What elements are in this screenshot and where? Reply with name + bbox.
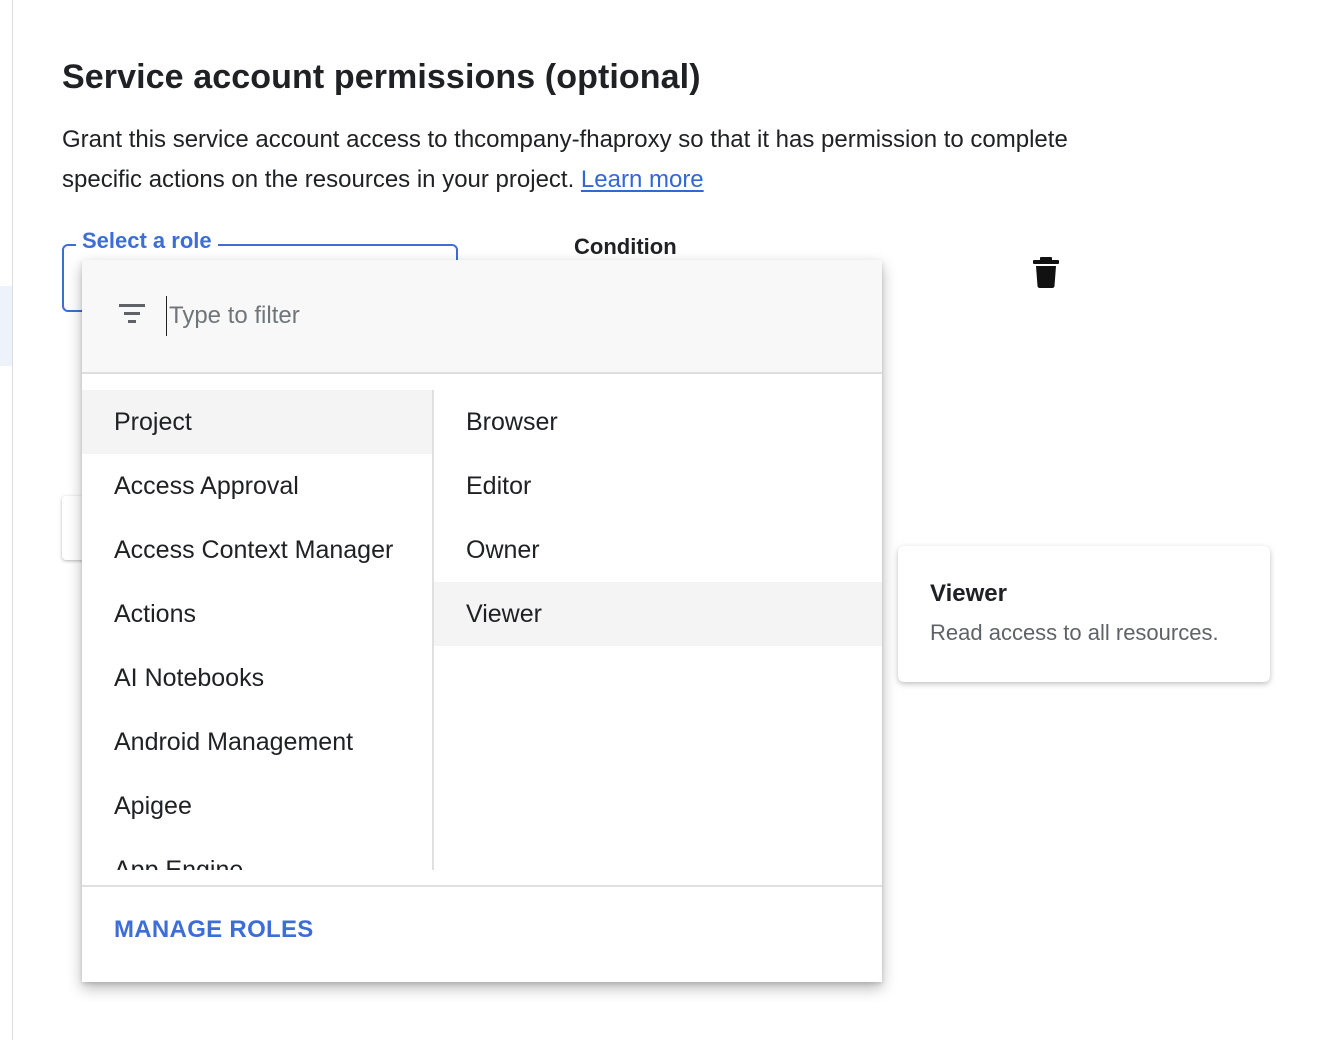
tooltip-title: Viewer bbox=[930, 580, 1007, 607]
category-item-access-approval[interactable]: Access Approval bbox=[82, 454, 432, 518]
role-item-viewer[interactable]: Viewer bbox=[434, 582, 882, 646]
left-rail-divider bbox=[12, 0, 13, 1040]
category-item-access-context-manager[interactable]: Access Context Manager bbox=[82, 518, 432, 582]
section-title: Service account permissions (optional) bbox=[62, 58, 701, 96]
category-item-actions[interactable]: Actions bbox=[82, 582, 432, 646]
filter-bar bbox=[82, 260, 882, 374]
tooltip-body: Read access to all resources. bbox=[930, 620, 1219, 645]
section-description: Grant this service account access to thc… bbox=[62, 120, 1142, 200]
category-list: Project Access Approval Access Context M… bbox=[82, 390, 434, 870]
description-text: Grant this service account access to thc… bbox=[62, 126, 1068, 193]
learn-more-link[interactable]: Learn more bbox=[581, 166, 704, 193]
filter-input[interactable] bbox=[166, 296, 769, 336]
role-field-label: Select a role bbox=[76, 228, 218, 254]
footer-divider bbox=[82, 885, 882, 887]
role-description-tooltip: Viewer Read access to all resources. bbox=[898, 546, 1270, 682]
role-item-owner[interactable]: Owner bbox=[434, 518, 882, 582]
trash-icon[interactable] bbox=[1032, 256, 1060, 288]
category-item-app-engine[interactable]: App Engine bbox=[82, 838, 432, 870]
role-dropdown: Project Access Approval Access Context M… bbox=[82, 260, 882, 982]
category-item-ai-notebooks[interactable]: AI Notebooks bbox=[82, 646, 432, 710]
category-item-apigee[interactable]: Apigee bbox=[82, 774, 432, 838]
filter-list-icon bbox=[119, 304, 145, 323]
role-list: Browser Editor Owner Viewer bbox=[434, 390, 882, 870]
nav-rail-highlight bbox=[0, 286, 12, 366]
condition-label: Condition bbox=[574, 234, 677, 259]
category-item-android-management[interactable]: Android Management bbox=[82, 710, 432, 774]
category-item-project[interactable]: Project bbox=[82, 390, 432, 454]
role-item-editor[interactable]: Editor bbox=[434, 454, 882, 518]
role-item-browser[interactable]: Browser bbox=[434, 390, 882, 454]
manage-roles-button[interactable]: MANAGE ROLES bbox=[114, 916, 314, 944]
